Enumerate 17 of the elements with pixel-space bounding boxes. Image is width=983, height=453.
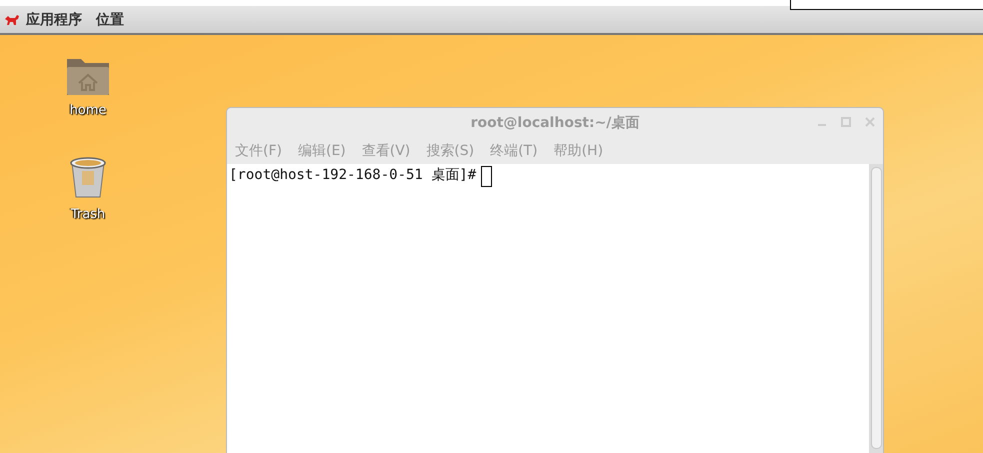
menu-item[interactable]: 帮助(H): [554, 142, 604, 160]
panel-menu[interactable]: 位置: [94, 10, 132, 28]
menu-item[interactable]: 编辑(E): [298, 142, 346, 160]
menu-item[interactable]: 搜索(S): [426, 142, 474, 160]
menu-item[interactable]: 终端(T): [490, 142, 538, 160]
animal-logo-icon: [4, 12, 20, 26]
shell-prompt: [root@host-192-168-0-51 桌面]#: [229, 166, 476, 184]
window-title: root@localhost:~/桌面: [470, 114, 640, 132]
icon-label[interactable]: home: [70, 103, 106, 118]
menu-item[interactable]: 查看(V): [362, 142, 410, 160]
panel-menu[interactable]: 应用程序: [24, 10, 90, 28]
icon-label[interactable]: Trash: [70, 207, 106, 222]
menu-item[interactable]: 文件(F): [235, 142, 282, 160]
text-cursor: [481, 166, 492, 187]
close-icon[interactable]: [865, 117, 875, 127]
maximize-icon[interactable]: [841, 117, 851, 127]
scrollbar[interactable]: [869, 164, 883, 453]
